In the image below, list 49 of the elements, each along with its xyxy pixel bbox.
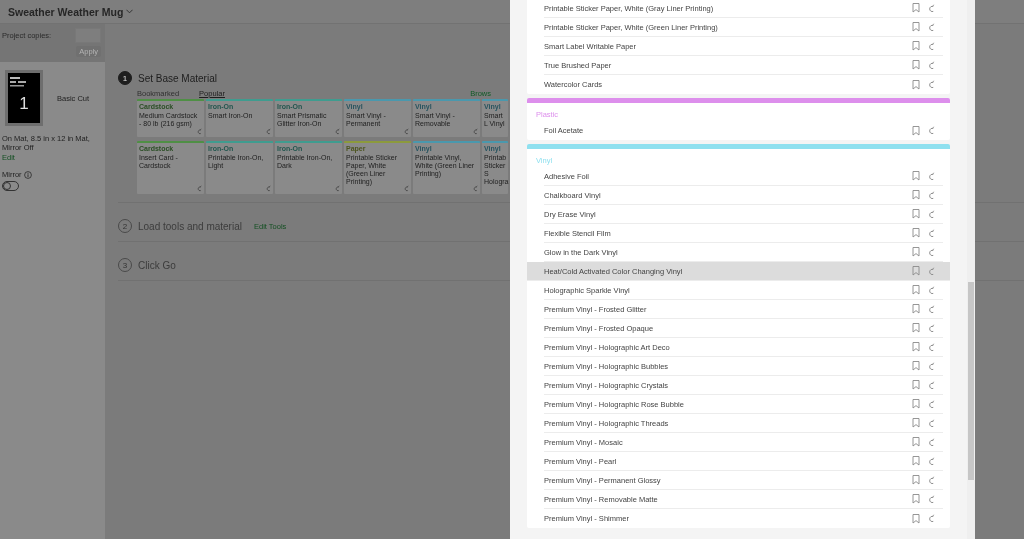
c-logo-icon[interactable] [335, 128, 340, 135]
mat-design-drawing [10, 77, 26, 87]
c-logo-icon[interactable] [928, 126, 935, 135]
c-logo-icon[interactable] [197, 128, 202, 135]
c-logo-icon[interactable] [473, 128, 478, 135]
c-logo-icon[interactable] [928, 190, 935, 200]
c-logo-icon[interactable] [404, 128, 409, 135]
c-logo-icon[interactable] [197, 185, 202, 192]
c-logo-icon[interactable] [928, 514, 935, 523]
c-logo-icon[interactable] [928, 22, 935, 32]
c-logo-icon[interactable] [928, 171, 935, 181]
c-logo-icon[interactable] [928, 380, 935, 390]
bookmark-icon[interactable] [912, 79, 920, 90]
c-logo-icon[interactable] [928, 323, 935, 333]
chevron-down-icon[interactable] [126, 9, 134, 14]
c-logo-icon[interactable] [928, 41, 935, 51]
c-logo-icon[interactable] [928, 456, 935, 466]
c-logo-icon[interactable] [928, 285, 935, 295]
c-logo-icon[interactable] [928, 80, 935, 89]
project-title[interactable]: Sweather Weather Mug [8, 5, 124, 18]
c-logo-icon[interactable] [928, 209, 935, 219]
c-logo-icon[interactable] [928, 342, 935, 352]
c-logo-icon[interactable] [928, 304, 935, 314]
c-logo-icon[interactable] [473, 185, 478, 192]
c-logo-icon[interactable] [928, 361, 935, 371]
c-logo-icon[interactable] [404, 185, 409, 192]
c-logo-icon[interactable] [928, 494, 935, 504]
c-logo-icon[interactable] [928, 399, 935, 409]
mat-number: 1 [19, 95, 29, 112]
c-logo-icon[interactable] [928, 266, 935, 276]
c-logo-icon[interactable] [266, 185, 271, 192]
c-logo-icon[interactable] [928, 228, 935, 238]
c-logo-icon[interactable] [928, 475, 935, 485]
scrollbar-thumb[interactable] [968, 282, 974, 480]
c-logo-icon[interactable] [928, 418, 935, 428]
c-logo-icon[interactable] [266, 128, 271, 135]
c-logo-icon[interactable] [928, 437, 935, 447]
step-title: Load tools and material [138, 220, 242, 232]
c-logo-icon[interactable] [928, 60, 935, 70]
c-logo-icon[interactable] [928, 3, 935, 13]
step-title: Set Base Material [138, 72, 217, 84]
bookmark-icon[interactable] [912, 513, 920, 524]
mat-preview[interactable]: 1 [5, 70, 43, 126]
c-logo-icon[interactable] [928, 247, 935, 257]
c-logo-icon[interactable] [335, 185, 340, 192]
step-title: Click Go [138, 259, 176, 271]
bookmark-icon[interactable] [912, 125, 920, 136]
step-number: 1 [118, 71, 132, 85]
info-icon[interactable] [23, 170, 32, 179]
